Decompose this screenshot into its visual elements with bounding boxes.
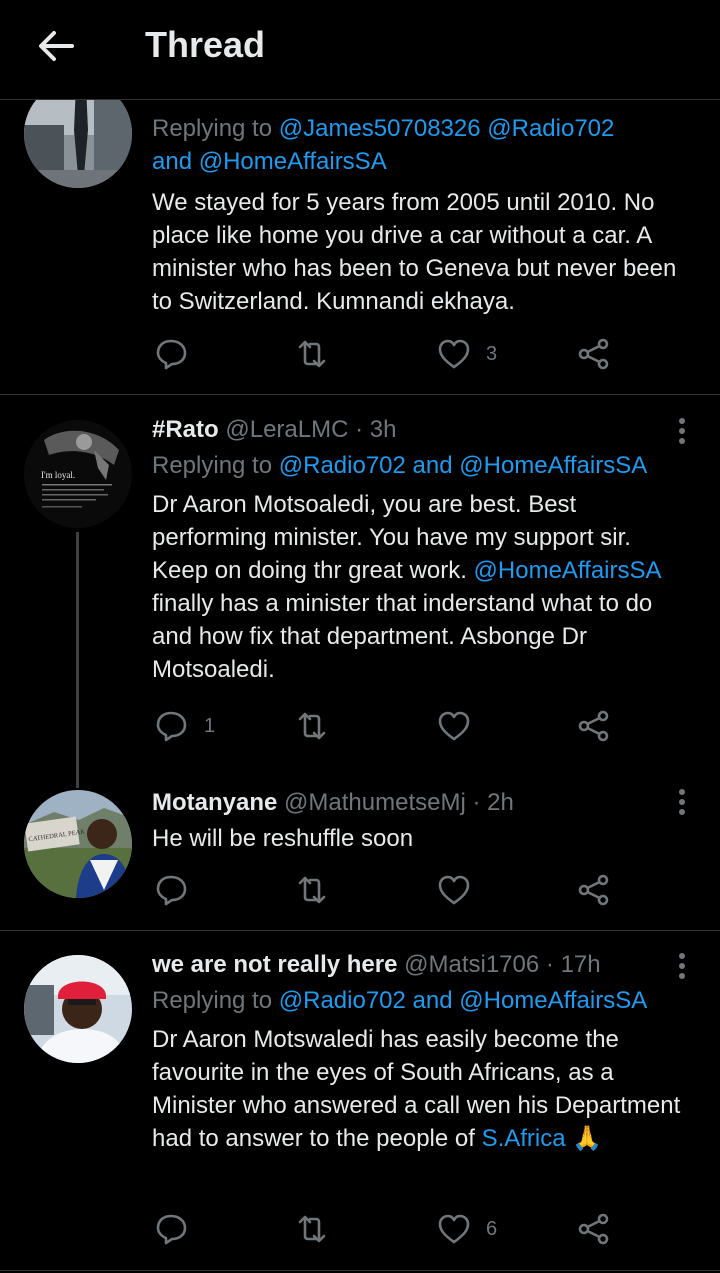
tweet-actions: 6 bbox=[152, 1209, 622, 1249]
retweet-button[interactable] bbox=[294, 870, 330, 910]
retweet-icon bbox=[298, 876, 326, 904]
emoji: 🙏 bbox=[572, 1125, 603, 1152]
reply-icon bbox=[156, 1214, 187, 1245]
more-vertical-icon[interactable] bbox=[678, 952, 686, 980]
tweet-text: We stayed for 5 years from 2005 until 20… bbox=[152, 189, 677, 315]
avatar[interactable]: CATHEDRAL PEAK bbox=[24, 790, 132, 898]
avatar-caption: I'm loyal. bbox=[41, 470, 75, 480]
top-bar: Thread bbox=[0, 0, 720, 100]
share-button[interactable] bbox=[576, 706, 612, 746]
share-icon bbox=[578, 338, 609, 370]
tweet-header: Motanyane @MathumetseMj · 2h bbox=[152, 789, 514, 816]
user-handle[interactable]: @LeraLMC bbox=[225, 416, 348, 443]
reply-button[interactable] bbox=[154, 1209, 190, 1249]
like-button[interactable] bbox=[436, 706, 472, 746]
retweet-button[interactable] bbox=[294, 1209, 330, 1249]
reply-icon bbox=[156, 875, 187, 906]
share-button[interactable] bbox=[576, 870, 612, 910]
tweet-text: Dr Aaron Motsoaledi, you are best. Best … bbox=[152, 491, 661, 683]
replying-to: Replying to @Radio702 and @HomeAffairsSA bbox=[152, 452, 648, 479]
reply-button[interactable] bbox=[154, 870, 190, 910]
retweet-icon bbox=[298, 340, 326, 368]
avatar[interactable]: I'm loyal. bbox=[24, 420, 132, 528]
tweet-actions bbox=[152, 870, 622, 910]
reply-icon bbox=[156, 711, 187, 742]
heart-icon bbox=[438, 1214, 470, 1244]
timestamp[interactable]: 2h bbox=[487, 789, 514, 816]
heart-icon bbox=[438, 875, 470, 905]
tweet[interactable]: I'm loyal. #Rato @LeraLMC · 3h Replying … bbox=[0, 395, 720, 780]
replying-to: Replying to @Radio702 and @HomeAffairsSA bbox=[152, 987, 648, 1014]
display-name[interactable]: we are not really here bbox=[152, 951, 397, 978]
tweet-header: we are not really here @Matsi1706 · 17h bbox=[152, 951, 601, 978]
timestamp[interactable]: 3h bbox=[370, 416, 397, 443]
user-handle[interactable]: @Matsi1706 bbox=[404, 951, 539, 978]
tweet[interactable]: CATHEDRAL PEAK Motanyane @MathumetseMj ·… bbox=[0, 780, 720, 930]
user-handle[interactable]: @MathumetseMj bbox=[284, 789, 466, 816]
retweet-button[interactable] bbox=[294, 334, 330, 374]
page-title: Thread bbox=[145, 24, 266, 65]
mention-link[interactable]: @Radio702 and @HomeAffairsSA bbox=[279, 987, 647, 1014]
share-button[interactable] bbox=[576, 334, 612, 374]
hashtag-link[interactable]: S.Africa bbox=[482, 1125, 566, 1152]
avatar[interactable] bbox=[24, 955, 132, 1063]
reply-button[interactable] bbox=[154, 334, 190, 374]
share-icon bbox=[578, 710, 609, 742]
heart-icon bbox=[438, 339, 470, 369]
tweet-header: #Rato @LeraLMC · 3h bbox=[152, 416, 397, 443]
reply-count: 1 bbox=[204, 714, 216, 737]
retweet-icon bbox=[298, 712, 326, 740]
share-button[interactable] bbox=[576, 1209, 612, 1249]
like-count: 3 bbox=[486, 342, 498, 365]
mention-link[interactable]: @HomeAffairsSA bbox=[474, 557, 661, 584]
mention-link[interactable]: @James50708326 @Radio702 bbox=[279, 115, 615, 142]
more-vertical-icon[interactable] bbox=[678, 417, 686, 445]
retweet-icon bbox=[298, 1215, 326, 1243]
share-icon bbox=[578, 874, 609, 906]
arrow-left-icon[interactable] bbox=[36, 26, 76, 66]
divider bbox=[0, 1270, 720, 1271]
display-name[interactable]: #Rato bbox=[152, 416, 219, 443]
like-count: 6 bbox=[486, 1217, 498, 1240]
reply-button[interactable]: 1 bbox=[154, 706, 215, 746]
heart-icon bbox=[438, 711, 470, 741]
tweet-text: He will be reshuffle soon bbox=[152, 825, 414, 852]
more-vertical-icon[interactable] bbox=[678, 788, 686, 816]
share-icon bbox=[578, 1213, 609, 1245]
timestamp[interactable]: 17h bbox=[561, 951, 601, 978]
tweet-actions: 3 bbox=[152, 334, 622, 374]
tweet-actions: 1 bbox=[152, 706, 622, 746]
like-button[interactable] bbox=[436, 870, 472, 910]
like-button[interactable]: 3 bbox=[436, 334, 497, 374]
reply-icon bbox=[156, 339, 187, 370]
display-name[interactable]: Motanyane bbox=[152, 789, 277, 816]
mention-link[interactable]: @HomeAffairsSA bbox=[199, 148, 387, 175]
tweet[interactable]: we are not really here @Matsi1706 · 17h … bbox=[0, 931, 720, 1271]
replying-to: Replying to @James50708326 @Radio702 and… bbox=[152, 115, 615, 175]
tweet-text: Dr Aaron Motswaledi has easily become th… bbox=[152, 1026, 681, 1152]
like-button[interactable]: 6 bbox=[436, 1209, 497, 1249]
mention-link[interactable]: @Radio702 and @HomeAffairsSA bbox=[279, 452, 647, 479]
retweet-button[interactable] bbox=[294, 706, 330, 746]
